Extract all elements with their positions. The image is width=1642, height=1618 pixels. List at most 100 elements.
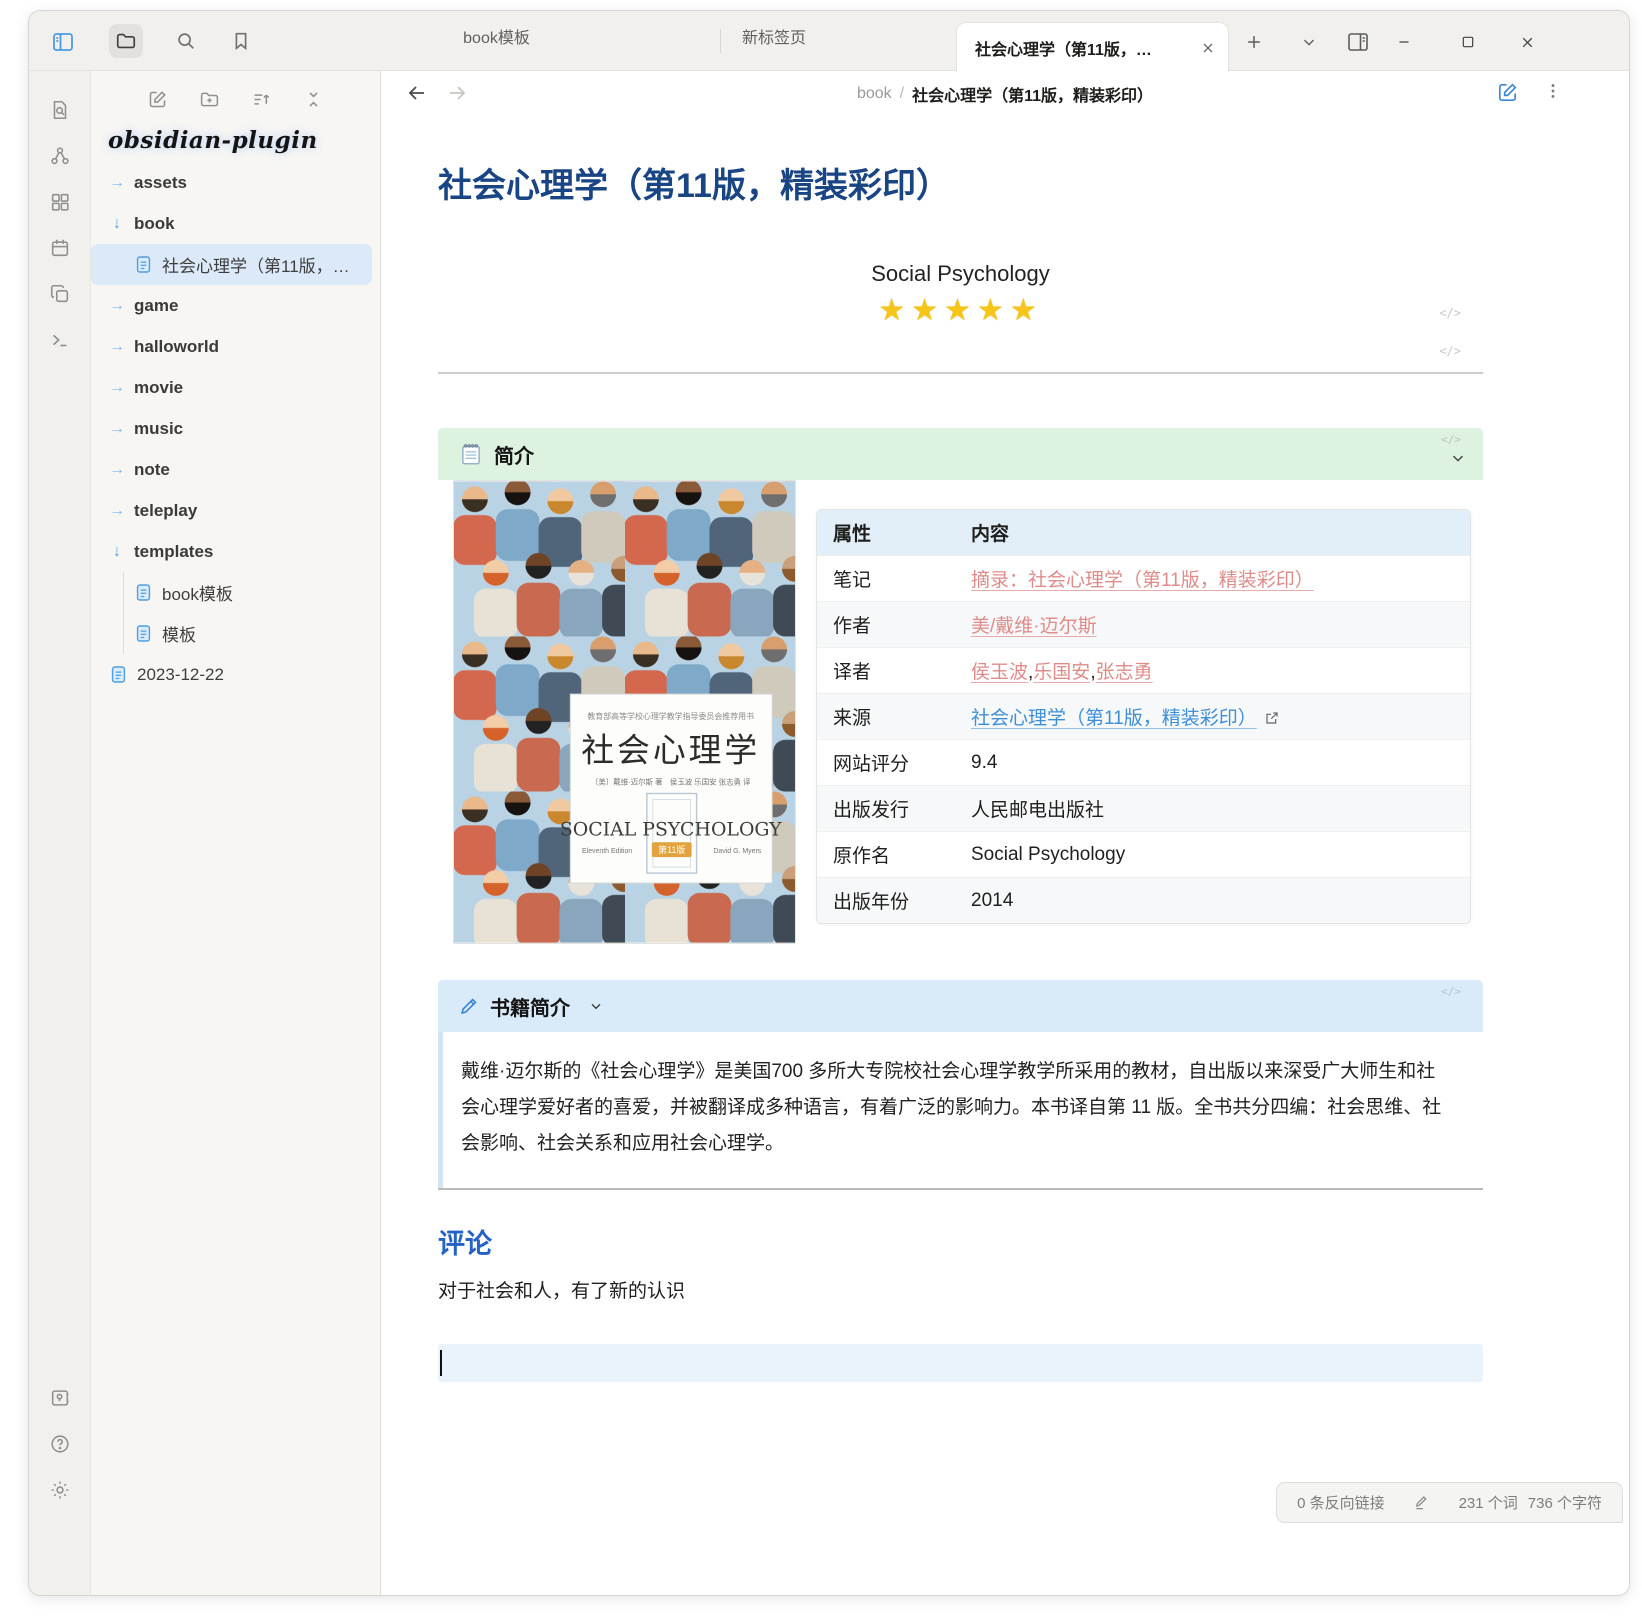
- graph-view-button[interactable]: [43, 139, 77, 173]
- summary-callout-header[interactable]: 书籍简介 </>: [438, 980, 1483, 1032]
- tab-new-tab[interactable]: 新标签页: [689, 24, 859, 48]
- tree-item-folder[interactable]: →movie: [91, 367, 372, 408]
- note-title[interactable]: 社会心理学（第11版，精装彩印）: [438, 164, 1483, 208]
- note-content: 社会心理学（第11版，精装彩印） Social Psychology ★★★★★…: [381, 116, 1629, 1595]
- copy-icon: [49, 283, 71, 305]
- tree-item-label: halloworld: [134, 337, 219, 357]
- calendar-button[interactable]: [43, 231, 77, 265]
- backlinks-count[interactable]: 0 条反向链接: [1297, 1492, 1385, 1513]
- close-tab-icon[interactable]: [1200, 40, 1216, 56]
- tab-book-template[interactable]: book模板: [409, 24, 584, 48]
- tree-item-folder[interactable]: →note: [91, 449, 372, 490]
- code-widget-icon[interactable]: </>: [1441, 433, 1461, 446]
- horizontal-rule: [438, 372, 1483, 374]
- rating-stars: ★★★★★: [438, 293, 1483, 328]
- collapse-callout-button[interactable]: [588, 998, 604, 1014]
- folder-expanded-icon: ↓: [109, 215, 125, 233]
- bookmark-icon: [230, 30, 252, 52]
- tree-item-file[interactable]: 2023-12-22: [91, 654, 372, 695]
- intro-callout-header[interactable]: 简介 </>: [438, 428, 1483, 480]
- minimize-icon: [1395, 33, 1413, 51]
- row-label: 出版发行: [817, 785, 955, 831]
- external-link-icon[interactable]: [1264, 710, 1280, 726]
- plus-icon: [1244, 32, 1264, 52]
- tab-label: 新标签页: [742, 24, 806, 48]
- translator-link[interactable]: 乐国安: [1033, 662, 1090, 683]
- close-window-button[interactable]: [1510, 25, 1544, 59]
- word-count[interactable]: 231 个词: [1459, 1492, 1518, 1513]
- folder-collapsed-icon: →: [109, 174, 125, 192]
- minimize-window-button[interactable]: [1387, 25, 1421, 59]
- tree-item-folder[interactable]: →halloworld: [91, 326, 372, 367]
- book-cover-image[interactable]: 教育部高等学校心理学教学指导委员会推荐用书 社会心理学 〔美〕戴维·迈尔斯 著 …: [453, 480, 796, 944]
- search-tab-button[interactable]: [169, 24, 203, 58]
- terminal-icon: [49, 329, 71, 351]
- active-edit-line[interactable]: [438, 1344, 1483, 1382]
- maximize-icon: [1460, 34, 1476, 50]
- help-button[interactable]: [43, 1427, 77, 1461]
- code-widget-icon[interactable]: </>: [1439, 306, 1461, 320]
- toggle-right-sidebar-button[interactable]: [1341, 25, 1375, 59]
- calendar-icon: [49, 237, 71, 259]
- code-widget-icon[interactable]: </>: [1441, 985, 1461, 998]
- translator-link[interactable]: 侯玉波: [971, 662, 1028, 683]
- tree-item-file[interactable]: 模板: [91, 613, 372, 654]
- folder-collapsed-icon: →: [109, 420, 125, 438]
- bookmarks-tab-button[interactable]: [224, 24, 258, 58]
- tree-item-folder[interactable]: →game: [91, 285, 372, 326]
- toggle-left-sidebar-button[interactable]: [46, 25, 80, 59]
- new-note-button[interactable]: [144, 85, 172, 113]
- templates-insert-button[interactable]: [43, 277, 77, 311]
- search-icon: [175, 30, 197, 52]
- terminal-button[interactable]: [43, 323, 77, 357]
- sort-order-button[interactable]: [248, 85, 276, 113]
- source-external-link[interactable]: 社会心理学（第11版，精装彩印）: [971, 708, 1257, 729]
- row-label: 网站评分: [817, 739, 955, 785]
- author-link[interactable]: 美/戴维·迈尔斯: [971, 616, 1097, 637]
- vault-switcher-button[interactable]: [43, 1381, 77, 1415]
- edit-mode-icon[interactable]: [1413, 1494, 1431, 1512]
- vault-title[interactable]: obsidian-plugin: [108, 127, 380, 154]
- tree-item-folder[interactable]: →assets: [91, 162, 372, 203]
- new-folder-button[interactable]: [196, 85, 224, 113]
- breadcrumb: book / 社会心理学（第11版，精装彩印）: [381, 71, 1629, 116]
- intro-callout-body: 教育部高等学校心理学教学指导委员会推荐用书 社会心理学 〔美〕戴维·迈尔斯 著 …: [438, 480, 1483, 958]
- breadcrumb-folder[interactable]: book: [857, 85, 892, 103]
- canvas-button[interactable]: [43, 185, 77, 219]
- tree-item-folder[interactable]: ↓templates: [91, 531, 372, 572]
- table-header-attribute: 属性: [817, 510, 955, 555]
- more-options-button[interactable]: [1543, 81, 1563, 101]
- breadcrumb-current[interactable]: 社会心理学（第11版，精装彩印）: [912, 82, 1153, 106]
- tree-item-label: book模板: [162, 580, 233, 605]
- tree-item-folder[interactable]: →teleplay: [91, 490, 372, 531]
- translator-link[interactable]: 张志勇: [1096, 662, 1153, 683]
- collapse-callout-button[interactable]: [1449, 449, 1467, 467]
- tree-item-file[interactable]: 社会心理学（第11版，…: [91, 244, 372, 285]
- settings-button[interactable]: [43, 1473, 77, 1507]
- char-count[interactable]: 736 个字符: [1528, 1492, 1602, 1513]
- vault-icon: [49, 1387, 71, 1409]
- tree-item-label: 模板: [162, 621, 196, 646]
- callout-bottom-rule: [438, 1188, 1483, 1190]
- files-tab-button[interactable]: [109, 24, 143, 58]
- file-tree: →assets↓book社会心理学（第11版，…→game→halloworld…: [91, 162, 380, 695]
- view-header: book / 社会心理学（第11版，精装彩印）: [381, 71, 1629, 116]
- note-link[interactable]: 摘录：社会心理学（第11版，精装彩印）: [971, 570, 1314, 591]
- new-tab-button[interactable]: [1237, 25, 1271, 59]
- tree-item-folder[interactable]: ↓book: [91, 203, 372, 244]
- maximize-window-button[interactable]: [1451, 25, 1485, 59]
- code-widget-icon[interactable]: </>: [1439, 344, 1461, 358]
- comments-heading[interactable]: 评论: [438, 1222, 1483, 1261]
- toggle-edit-mode-button[interactable]: [1496, 81, 1519, 104]
- tab-active-note[interactable]: 社会心理学（第11版，…: [956, 22, 1229, 72]
- title-bar: book模板 新标签页 社会心理学（第11版，…: [29, 11, 1629, 71]
- sidebar-toggle-icon: [51, 30, 75, 54]
- quick-switcher-button[interactable]: [43, 93, 77, 127]
- table-row: 出版年份 2014: [817, 877, 1470, 923]
- tab-list-dropdown-button[interactable]: [1292, 25, 1326, 59]
- comment-text[interactable]: 对于社会和人，有了新的认识: [438, 1276, 1483, 1303]
- folder-collapsed-icon: →: [109, 461, 125, 479]
- collapse-all-button[interactable]: [300, 85, 328, 113]
- tree-item-folder[interactable]: →music: [91, 408, 372, 449]
- tree-item-file[interactable]: book模板: [91, 572, 372, 613]
